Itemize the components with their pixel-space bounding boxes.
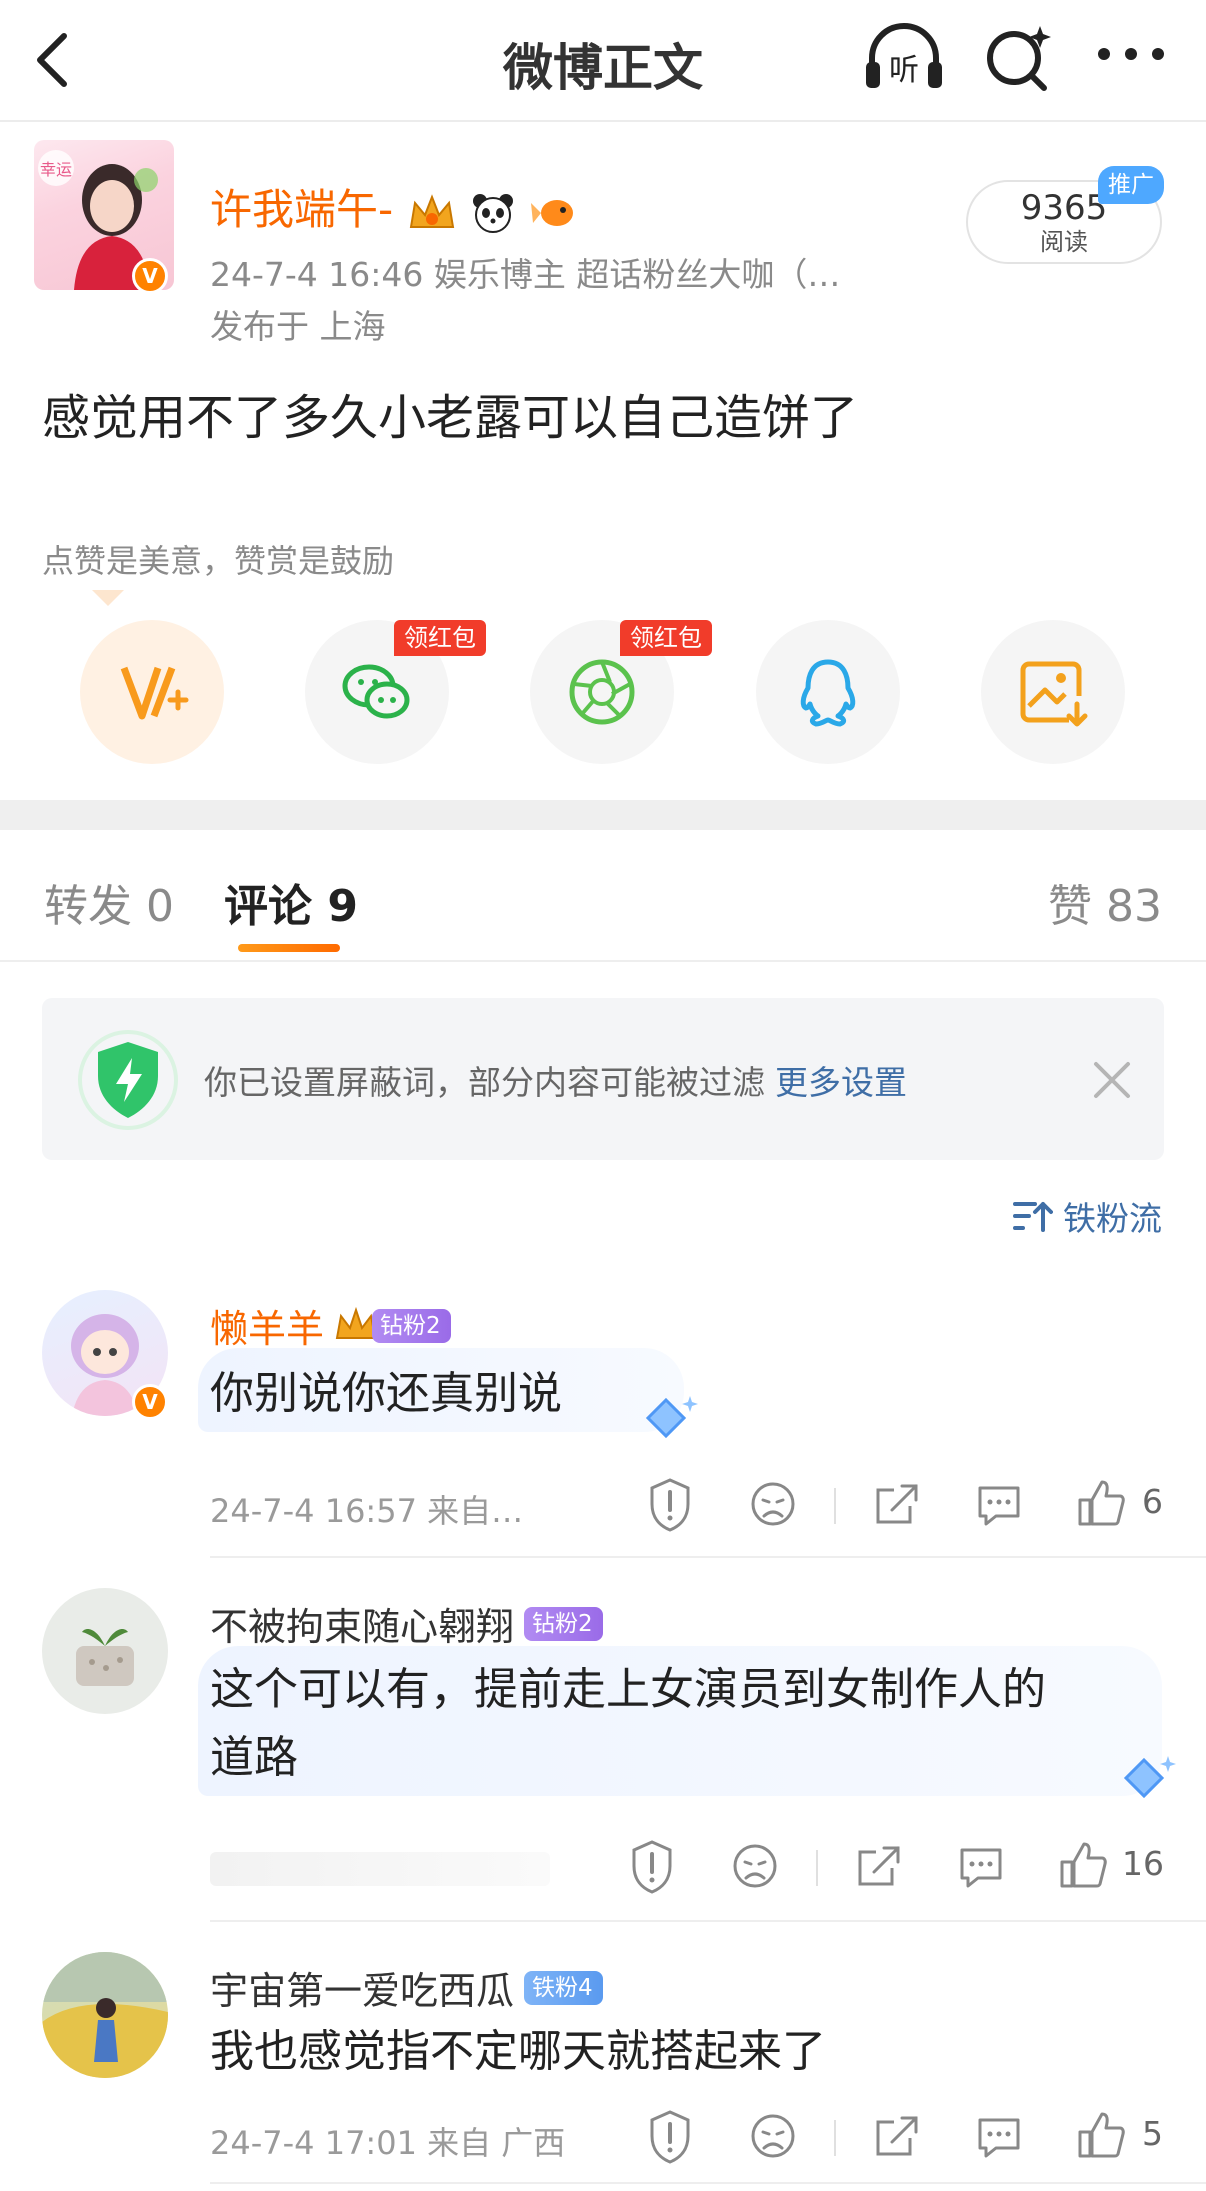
comment-text: 我也感觉指不定哪天就搭起来了 bbox=[210, 2026, 826, 2077]
avatar-tag-text: 幸运 bbox=[40, 160, 72, 179]
more-dots-icon[interactable] bbox=[1096, 44, 1166, 64]
commenter-avatar[interactable] bbox=[42, 1952, 168, 2078]
like-count: 6 bbox=[1142, 1482, 1163, 1521]
sort-toggle[interactable]: 铁粉流 bbox=[1013, 1192, 1162, 1240]
dislike-face-icon[interactable] bbox=[748, 2108, 798, 2164]
comment-meta: 24-7-4 17:01 来自 广西 bbox=[210, 2124, 566, 2162]
post-text: 感觉用不了多久小老露可以自己造饼了 bbox=[42, 390, 859, 446]
tab-repost[interactable]: 转发 0 bbox=[44, 870, 174, 934]
v-plus-icon bbox=[114, 654, 190, 730]
dislike-face-icon[interactable] bbox=[730, 1838, 780, 1894]
action-separator bbox=[834, 2120, 836, 2156]
notice-text: 你已设置屏蔽词，部分内容可能被过滤 bbox=[204, 1063, 765, 1102]
panda-icon bbox=[470, 191, 516, 235]
dislike-face-icon[interactable] bbox=[748, 1476, 798, 1532]
tab-likes[interactable]: 赞 83 bbox=[1048, 870, 1162, 934]
action-separator bbox=[834, 1488, 836, 1524]
commenter-avatar[interactable] bbox=[42, 1588, 168, 1714]
comment-author-name: 宇宙第一爱吃西瓜 bbox=[210, 1969, 515, 2013]
comment-actions: 5 bbox=[640, 2108, 1170, 2168]
hint-pointer bbox=[92, 590, 124, 606]
comment-author-name: 懒羊羊 bbox=[210, 1307, 325, 1351]
read-label: 阅读 bbox=[1040, 228, 1088, 256]
like-thumb-icon[interactable] bbox=[1058, 1838, 1108, 1894]
promote-badge[interactable]: 推广 bbox=[1098, 166, 1164, 204]
action-separator bbox=[816, 1850, 818, 1886]
redpack-badge-moments: 领红包 bbox=[620, 620, 712, 656]
close-icon[interactable] bbox=[1092, 1060, 1132, 1100]
more-settings-link[interactable]: 更多设置 bbox=[775, 1063, 907, 1102]
top-nav-bar: 微博正文 听 bbox=[0, 0, 1206, 122]
comment-author[interactable]: 懒羊羊 钻粉2 bbox=[210, 1298, 451, 1353]
comment-author[interactable]: 宇宙第一爱吃西瓜 铁粉4 bbox=[210, 1960, 603, 2015]
verified-badge: V bbox=[132, 1384, 168, 1420]
comment-divider bbox=[210, 1556, 1206, 1558]
reply-icon[interactable] bbox=[956, 1838, 1006, 1894]
fan-badge: 钻粉2 bbox=[372, 1308, 451, 1343]
comment-actions: 16 bbox=[622, 1838, 1164, 1898]
reply-icon[interactable] bbox=[974, 1476, 1024, 1532]
save-image-button[interactable] bbox=[981, 620, 1125, 764]
comment-divider bbox=[210, 1920, 1206, 1922]
report-icon[interactable] bbox=[628, 1838, 676, 1894]
like-thumb-icon[interactable] bbox=[1076, 2108, 1126, 2164]
report-icon[interactable] bbox=[646, 2108, 694, 2164]
comment-text-line1: 这个可以有，提前走上女演员到女制作人的 bbox=[210, 1664, 1046, 1715]
reply-icon[interactable] bbox=[974, 2108, 1024, 2164]
comment-divider bbox=[210, 2182, 1206, 2184]
qq-penguin-icon bbox=[790, 654, 866, 730]
like-thumb-icon[interactable] bbox=[1076, 1476, 1126, 1532]
comment-text-line2: 道路 bbox=[210, 1732, 298, 1783]
like-count: 16 bbox=[1122, 1844, 1164, 1883]
sort-icon bbox=[1013, 1198, 1053, 1234]
reward-button[interactable] bbox=[80, 620, 224, 764]
forward-icon[interactable] bbox=[854, 1838, 904, 1894]
report-icon[interactable] bbox=[646, 1476, 694, 1532]
goldfish-icon bbox=[529, 191, 579, 235]
shield-bolt-icon bbox=[76, 1028, 180, 1132]
comment-meta-blurred bbox=[210, 1852, 550, 1886]
moments-aperture-icon bbox=[564, 654, 640, 730]
share-qq-button[interactable] bbox=[756, 620, 900, 764]
post-meta-line: 24-7-4 16:46 娱乐博主 超话粉丝大咖（… bbox=[210, 255, 841, 294]
sort-label: 铁粉流 bbox=[1063, 1199, 1162, 1238]
section-separator bbox=[0, 800, 1206, 830]
post-location: 发布于 上海 bbox=[210, 307, 386, 346]
fan-badge: 钻粉2 bbox=[524, 1606, 603, 1641]
diamond-sparkle-icon bbox=[632, 1392, 702, 1448]
fan-badge: 铁粉4 bbox=[524, 1970, 603, 2005]
comment-text: 你别说你还真别说 bbox=[210, 1368, 562, 1419]
forward-icon[interactable] bbox=[872, 1476, 922, 1532]
save-image-icon bbox=[1015, 654, 1091, 730]
tabs-divider bbox=[0, 960, 1206, 962]
comment-author[interactable]: 不被拘束随心翱翔 钻粉2 bbox=[210, 1596, 603, 1651]
sparkle-search-icon[interactable] bbox=[982, 22, 1058, 92]
diamond-sparkle-icon bbox=[1110, 1752, 1180, 1808]
comment-author-name: 不被拘束随心翱翔 bbox=[210, 1605, 515, 1649]
crown-icon bbox=[407, 191, 457, 235]
comment-text: 这个可以有，提前走上女演员到女制作人的 道路 bbox=[210, 1656, 1046, 1792]
wechat-icon bbox=[339, 654, 415, 730]
headphone-listen-icon[interactable]: 听 bbox=[862, 22, 946, 92]
reward-hint: 点赞是美意，赞赏是鼓励 bbox=[42, 542, 395, 580]
filter-notice: 你已设置屏蔽词，部分内容可能被过滤 更多设置 bbox=[42, 998, 1164, 1160]
tab-comments[interactable]: 评论 9 bbox=[224, 870, 358, 934]
comment-actions: 6 bbox=[640, 1476, 1170, 1536]
svg-text:听: 听 bbox=[889, 53, 919, 88]
forward-icon[interactable] bbox=[872, 2108, 922, 2164]
verified-badge: V bbox=[132, 258, 168, 294]
author-name[interactable]: 许我端午- bbox=[210, 176, 579, 237]
notice-message: 你已设置屏蔽词，部分内容可能被过滤 更多设置 bbox=[204, 1056, 907, 1104]
comment-meta: 24-7-4 16:57 来自… bbox=[210, 1492, 524, 1530]
redpack-badge-wechat: 领红包 bbox=[394, 620, 486, 656]
active-tab-indicator bbox=[238, 944, 340, 952]
like-count: 5 bbox=[1142, 2114, 1163, 2153]
